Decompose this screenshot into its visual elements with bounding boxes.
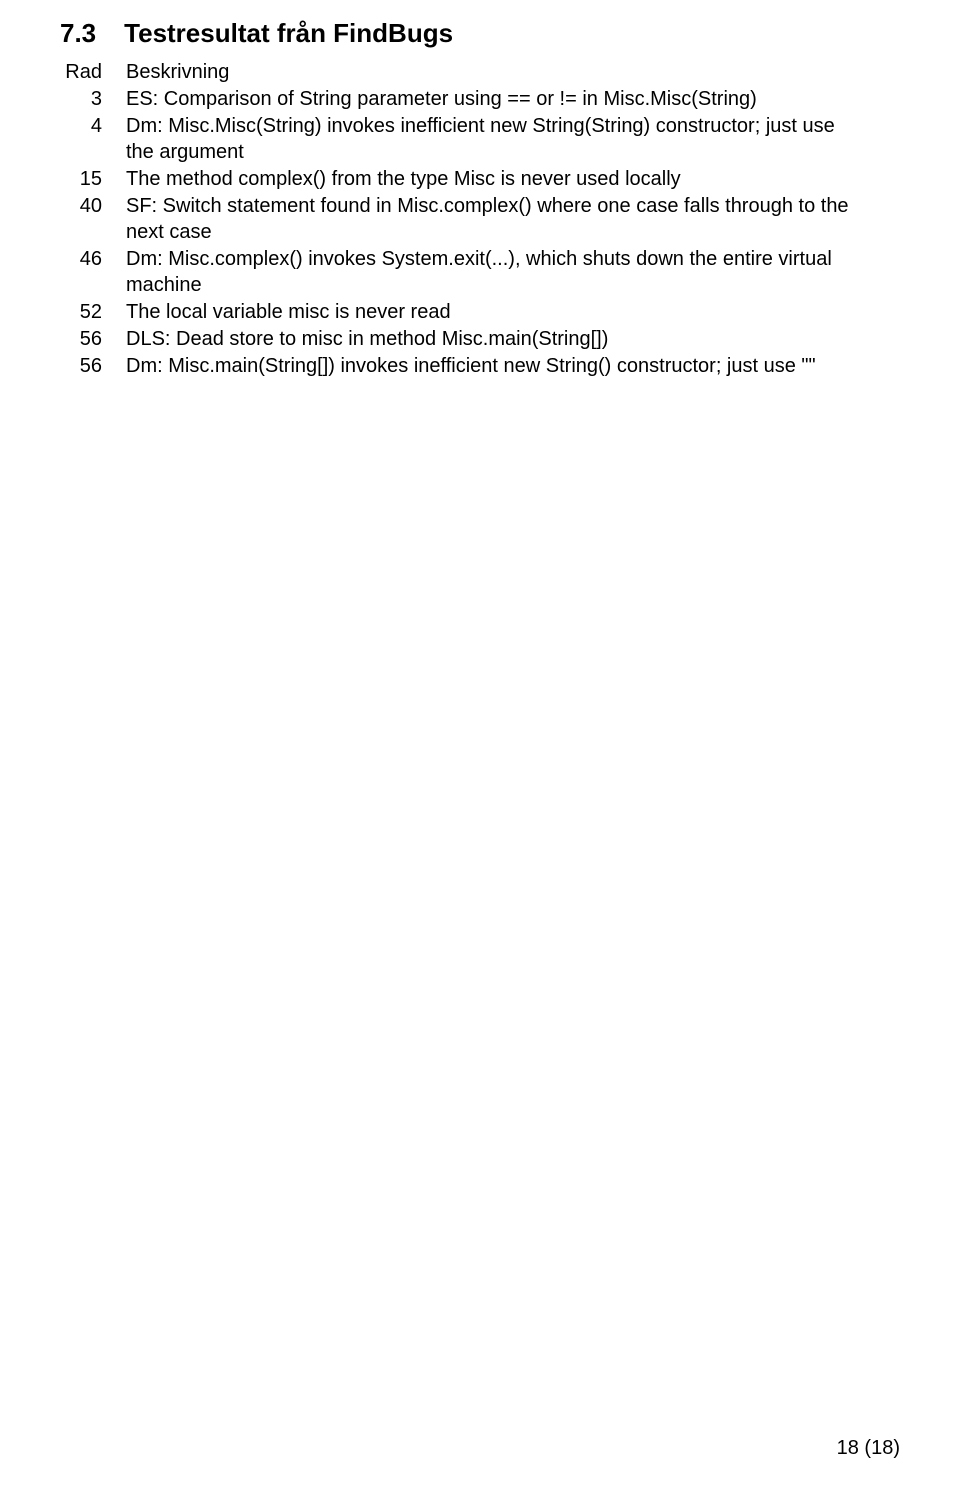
table-row: 15 The method complex() from the type Mi… xyxy=(60,166,900,192)
cell-line: 56 xyxy=(60,326,126,352)
table-row: 46 Dm: Misc.complex() invokes System.exi… xyxy=(60,246,900,298)
header-line: Rad xyxy=(60,59,126,85)
cell-line: 40 xyxy=(60,193,126,219)
table-row: 56 Dm: Misc.main(String[]) invokes ineff… xyxy=(60,353,900,379)
page-number: 18 (18) xyxy=(837,1437,900,1460)
section-heading: 7.3 Testresultat från FindBugs xyxy=(60,18,900,49)
results-table: Rad Beskrivning 3 ES: Comparison of Stri… xyxy=(60,59,900,379)
cell-line: 56 xyxy=(60,353,126,379)
cell-line: 4 xyxy=(60,113,126,139)
cell-desc: Dm: Misc.main(String[]) invokes ineffici… xyxy=(126,353,866,379)
section-title: Testresultat från FindBugs xyxy=(124,18,453,48)
table-header-row: Rad Beskrivning xyxy=(60,59,900,85)
section-number: 7.3 xyxy=(60,18,96,49)
cell-desc: SF: Switch statement found in Misc.compl… xyxy=(126,193,866,245)
table-row: 4 Dm: Misc.Misc(String) invokes ineffici… xyxy=(60,113,900,165)
cell-desc: Dm: Misc.Misc(String) invokes inefficien… xyxy=(126,113,866,165)
cell-desc: DLS: Dead store to misc in method Misc.m… xyxy=(126,326,866,352)
cell-line: 3 xyxy=(60,86,126,112)
table-row: 56 DLS: Dead store to misc in method Mis… xyxy=(60,326,900,352)
table-row: 40 SF: Switch statement found in Misc.co… xyxy=(60,193,900,245)
cell-desc: Dm: Misc.complex() invokes System.exit(.… xyxy=(126,246,866,298)
cell-line: 52 xyxy=(60,299,126,325)
cell-desc: ES: Comparison of String parameter using… xyxy=(126,86,866,112)
table-row: 3 ES: Comparison of String parameter usi… xyxy=(60,86,900,112)
cell-desc: The method complex() from the type Misc … xyxy=(126,166,866,192)
header-desc: Beskrivning xyxy=(126,59,866,85)
table-row: 52 The local variable misc is never read xyxy=(60,299,900,325)
cell-desc: The local variable misc is never read xyxy=(126,299,866,325)
cell-line: 46 xyxy=(60,246,126,272)
cell-line: 15 xyxy=(60,166,126,192)
